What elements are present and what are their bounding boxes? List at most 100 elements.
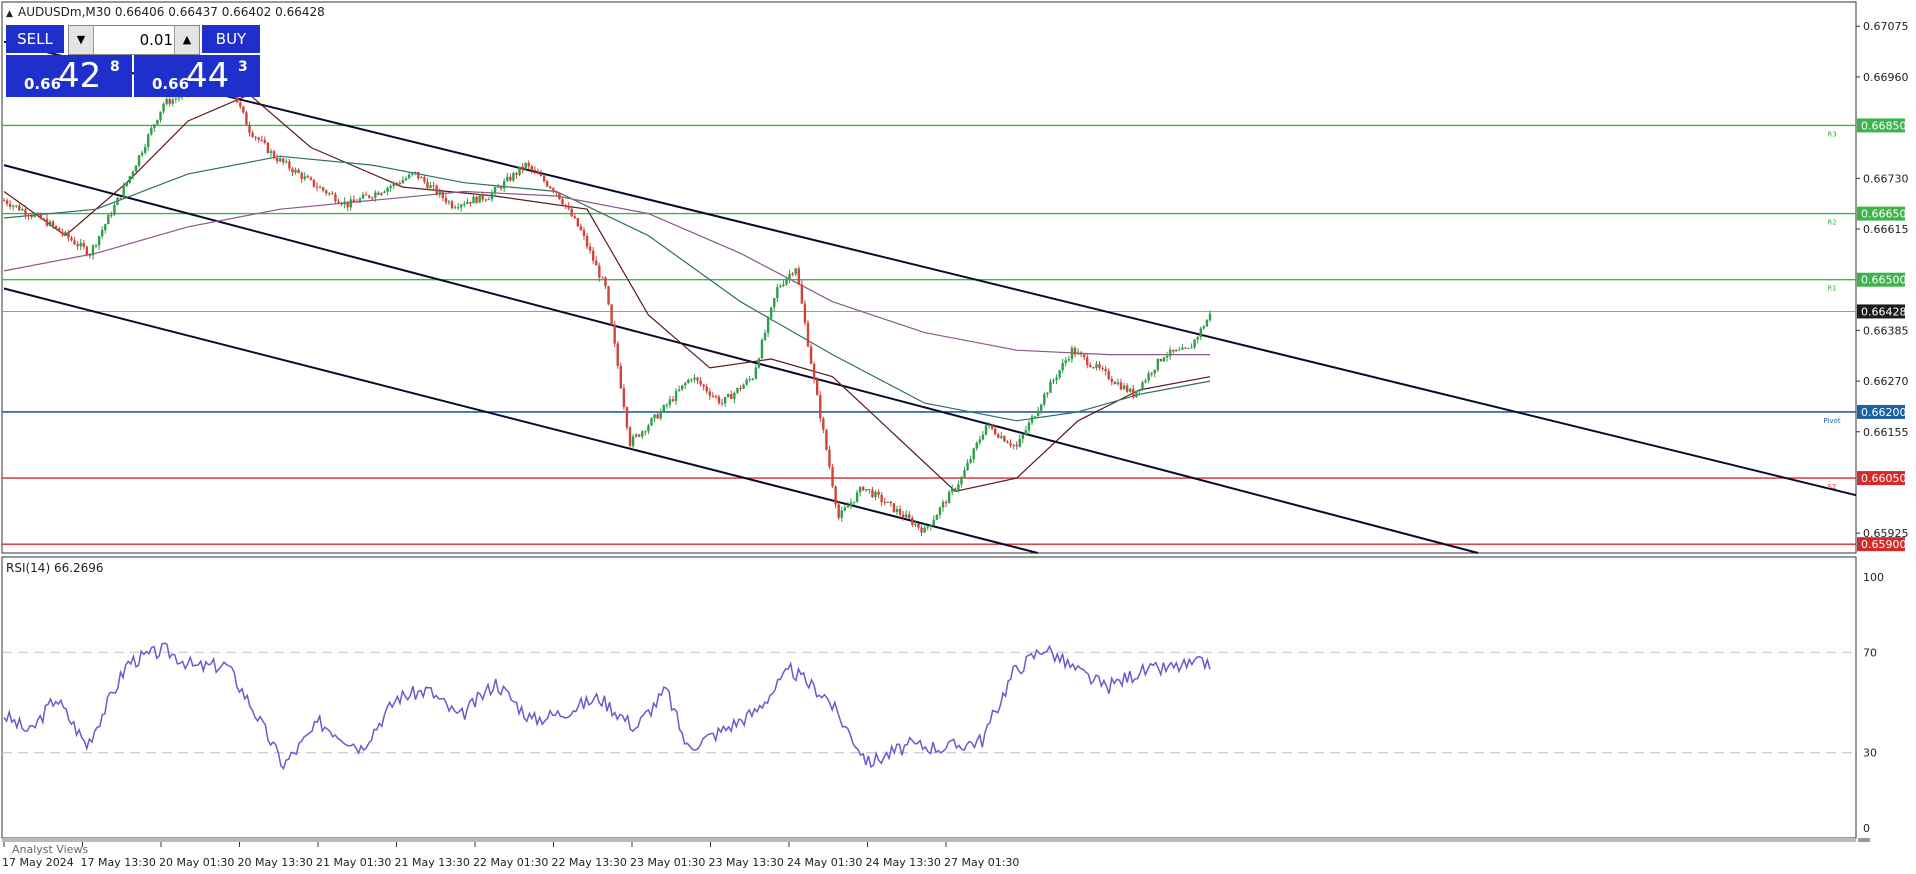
candle-body-80	[248, 124, 251, 133]
candle-body-351	[1079, 352, 1083, 355]
candle-body-356	[1095, 364, 1098, 368]
buy-price-prefix: 0.66	[152, 75, 190, 93]
candle-body-366	[1125, 385, 1129, 392]
scroll-strip[interactable]	[1858, 838, 1870, 842]
candle-body-97	[300, 173, 303, 179]
candle-body-251	[773, 298, 776, 308]
candle-body-182	[561, 199, 564, 205]
candle-body-331	[1018, 438, 1021, 447]
candle-body-310	[954, 488, 957, 490]
candle-body-124	[383, 191, 386, 193]
candle-body-116	[358, 198, 362, 203]
candle-body-207	[638, 434, 641, 437]
candle-246	[757, 357, 761, 369]
candle-body-96	[297, 169, 300, 174]
time-tick-label-9: 23 May 13:30	[709, 856, 784, 869]
level-tag-1: 0.66650	[1857, 206, 1907, 221]
candle-body-99	[306, 176, 310, 178]
candle-body-47	[147, 134, 150, 147]
candle-body-112	[346, 201, 349, 208]
buy-price-box[interactable]: 0.66 44 3	[134, 55, 260, 97]
candle-body-160	[493, 187, 497, 193]
candle-body-266	[819, 395, 822, 419]
candle-197	[607, 285, 610, 306]
candle-body-205	[631, 436, 635, 446]
candle-body-173	[533, 169, 537, 172]
candle-body-313	[963, 470, 966, 478]
candle-body-392	[1205, 320, 1209, 327]
level-name-2: R1	[1827, 285, 1836, 293]
volume-input[interactable]: 0.01	[95, 26, 173, 54]
candle-body-338	[1040, 404, 1043, 411]
candle-body-125	[386, 187, 389, 192]
candle-body-36	[113, 204, 116, 215]
candle-body-221	[680, 385, 684, 390]
candle-body-115	[355, 201, 359, 203]
candle-body-227	[699, 380, 702, 385]
candle-body-134	[414, 171, 417, 174]
candle-body-223	[687, 379, 690, 384]
candle-body-30	[94, 245, 98, 247]
candle-body-242	[745, 379, 748, 385]
candle-body-301	[926, 526, 929, 528]
candle-body-209	[644, 431, 647, 433]
candle-body-229	[705, 386, 708, 392]
candle-body-307	[944, 502, 948, 504]
candle-body-361	[1110, 379, 1114, 382]
candle-body-253	[779, 286, 782, 288]
candle-body-190	[585, 236, 589, 247]
buy-button[interactable]: BUY	[202, 25, 260, 53]
trade-panel: SELL ▼ 0.01 ▲ BUY 0.66 42 8 0.66 44 3	[6, 24, 260, 98]
candle-body-159	[490, 192, 494, 200]
candle-body-127	[392, 182, 395, 186]
candle-body-368	[1132, 388, 1135, 398]
candle-body-243	[748, 378, 751, 380]
candle-body-162	[499, 186, 503, 189]
candle-body-6	[21, 209, 24, 211]
candle-body-32	[100, 230, 104, 237]
candle-body-154	[475, 196, 478, 203]
price-tick-label-4: 0.66385	[1863, 324, 1909, 337]
candle-body-211	[650, 418, 653, 426]
price-tick-label-1: 0.66960	[1863, 71, 1909, 84]
sell-price-prefix: 0.66	[24, 75, 62, 93]
candle-body-156	[481, 194, 484, 200]
candle-body-212	[653, 414, 656, 419]
candle-body-260	[800, 284, 804, 304]
candle-body-168	[518, 166, 521, 175]
candle-body-136	[420, 177, 423, 179]
candle-44	[137, 154, 141, 168]
candle-body-164	[506, 176, 509, 182]
candle-body-33	[104, 224, 107, 231]
candle-body-0	[2, 200, 6, 202]
candle-body-119	[367, 195, 371, 198]
candle-203	[625, 406, 629, 431]
candle-body-308	[947, 491, 951, 504]
candle-body-270	[831, 467, 834, 487]
volume-decrease-button[interactable]: ▼	[69, 26, 94, 54]
volume-increase-button[interactable]: ▲	[174, 26, 199, 54]
candle-body-376	[1156, 358, 1160, 370]
candle-body-95	[294, 169, 297, 173]
candle-body-131	[404, 178, 408, 181]
candle-body-155	[478, 194, 481, 203]
candle-body-196	[604, 277, 607, 287]
candle-body-252	[776, 287, 779, 299]
candle-270	[831, 463, 834, 488]
rsi-header: RSI(14) 66.2696	[6, 561, 104, 575]
candle-body-216	[665, 404, 669, 406]
candle-body-204	[628, 427, 632, 446]
candle-body-170	[524, 163, 527, 170]
candle-body-88	[272, 151, 276, 159]
sell-price-box[interactable]: 0.66 42 8	[6, 55, 132, 97]
candle-body-206	[634, 434, 638, 437]
candle-body-118	[364, 194, 368, 196]
candle-body-4	[15, 205, 18, 207]
candle-320	[984, 425, 988, 436]
candle-body-380	[1168, 349, 1172, 356]
candle-211	[650, 417, 653, 427]
sell-button[interactable]: SELL	[6, 25, 64, 53]
candle-body-286	[880, 494, 883, 503]
candle-body-24	[76, 244, 79, 247]
level-tag-3: 0.66200	[1857, 404, 1907, 419]
